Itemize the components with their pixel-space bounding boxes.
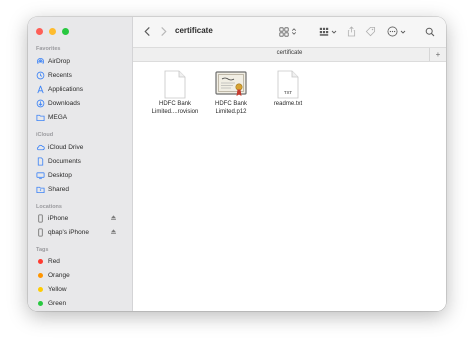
tag-dot-icon — [36, 257, 45, 266]
phone-icon — [36, 213, 45, 223]
chevron-right-icon — [161, 27, 167, 36]
clock-icon — [36, 71, 45, 80]
grid-view-icon — [279, 26, 289, 37]
forward-button[interactable] — [159, 25, 168, 38]
file-name: HDFC Bank Limited.p12 — [215, 101, 247, 116]
chevron-down-icon — [331, 30, 337, 34]
sidebar-item-tag-yellow[interactable]: Yellow — [36, 283, 126, 295]
tab-certificate[interactable]: certificate — [133, 50, 446, 56]
ellipsis-circle-icon — [387, 26, 398, 37]
text-document-icon: TXT — [277, 70, 299, 99]
file-name: HDFC Bank Limited....rovision — [152, 101, 199, 116]
new-tab-button[interactable]: + — [429, 48, 446, 61]
eject-icon[interactable] — [110, 214, 117, 221]
shared-folder-icon — [36, 185, 45, 194]
group-icon — [319, 27, 329, 36]
airdrop-icon — [36, 57, 45, 66]
sidebar-item-label: Orange — [48, 271, 70, 279]
file-item-hdfc-p12[interactable]: HDFC Bank Limited.p12 — [203, 70, 259, 116]
group-by-button[interactable] — [319, 25, 337, 38]
tags-section-title: Tags — [36, 247, 49, 253]
favorites-section-title: Favorites — [36, 46, 61, 52]
sidebar-item-label: MEGA — [48, 113, 68, 121]
sidebar-item-tag-red[interactable]: Red — [36, 255, 126, 267]
updown-chevron-icon — [291, 28, 297, 35]
blank-document-icon — [164, 70, 186, 99]
close-window-button[interactable] — [36, 28, 43, 35]
toolbar: certificate — [133, 17, 446, 47]
phone-icon — [36, 227, 45, 237]
window-controls — [36, 28, 69, 35]
document-icon — [36, 156, 45, 166]
sidebar-item-label: Applications — [48, 85, 84, 93]
sidebar-item-icloud-drive[interactable]: iCloud Drive — [36, 141, 126, 153]
sidebar-item-label: iPhone — [48, 214, 69, 222]
file-item-hdfc-provision[interactable]: HDFC Bank Limited....rovision — [147, 70, 203, 116]
sidebar-item-label: Downloads — [48, 99, 81, 107]
sidebar-item-label: Red — [48, 257, 60, 265]
icloud-section-title: iCloud — [36, 132, 54, 138]
sidebar-item-qbaps-iphone[interactable]: qbap's iPhone — [36, 226, 126, 238]
tag-dot-icon — [36, 271, 45, 280]
sidebar-item-downloads[interactable]: Downloads — [36, 97, 126, 109]
window-title: certificate — [175, 26, 213, 35]
file-name: readme.txt — [274, 101, 302, 109]
sidebar-item-label: Desktop — [48, 171, 72, 179]
share-button[interactable] — [347, 25, 356, 38]
folder-icon — [36, 113, 45, 122]
sidebar-item-label: Yellow — [48, 285, 67, 293]
txt-badge-label: TXT — [284, 90, 292, 95]
sidebar-item-applications[interactable]: Applications — [36, 83, 126, 95]
sidebar-item-airdrop[interactable]: AirDrop — [36, 55, 126, 67]
sidebar-item-iphone[interactable]: iPhone — [36, 212, 126, 224]
file-name-line: readme.txt — [273, 101, 303, 107]
file-name-line: HDFC Bank — [214, 101, 247, 107]
file-name-line: Limited....rovision — [151, 108, 199, 115]
sidebar-item-label: Documents — [48, 157, 81, 165]
sidebar-item-mega[interactable]: MEGA — [36, 111, 126, 123]
tag-dot-icon — [36, 285, 45, 294]
desktop-icon — [36, 171, 45, 180]
sidebar: Favorites AirDrop Recents Applications D… — [28, 17, 133, 311]
sidebar-item-recents[interactable]: Recents — [36, 69, 126, 81]
sidebar-item-label: Green — [48, 299, 67, 307]
certificate-icon — [215, 71, 247, 96]
tab-bar: certificate + — [133, 47, 446, 62]
sidebar-item-tag-orange[interactable]: Orange — [36, 269, 126, 281]
cloud-icon — [36, 143, 45, 152]
file-name-line: HDFC Bank — [158, 101, 191, 107]
sidebar-item-label: iCloud Drive — [48, 143, 84, 151]
sidebar-item-tag-green[interactable]: Green — [36, 297, 126, 309]
sidebar-item-label: qbap's iPhone — [48, 228, 89, 236]
locations-section-title: Locations — [36, 204, 62, 210]
tag-icon — [365, 26, 376, 37]
sidebar-item-shared[interactable]: Shared — [36, 183, 126, 195]
back-button[interactable] — [143, 25, 152, 38]
sidebar-item-label: Recents — [48, 71, 72, 79]
eject-icon[interactable] — [110, 228, 117, 235]
sidebar-item-label: AirDrop — [48, 57, 71, 65]
actions-button[interactable] — [387, 25, 406, 38]
search-button[interactable] — [425, 25, 435, 38]
applications-icon — [36, 85, 45, 94]
finder-window: Favorites AirDrop Recents Applications D… — [28, 17, 446, 311]
tag-dot-icon — [36, 299, 45, 308]
download-icon — [36, 99, 45, 108]
chevron-down-icon — [400, 30, 406, 34]
sidebar-item-desktop[interactable]: Desktop — [36, 169, 126, 181]
file-name-line: Limited.p12 — [215, 108, 247, 115]
sidebar-item-documents[interactable]: Documents — [36, 155, 126, 167]
search-icon — [425, 27, 435, 36]
file-item-readme[interactable]: TXT readme.txt — [260, 70, 316, 109]
chevron-left-icon — [144, 27, 150, 36]
share-icon — [347, 26, 356, 37]
view-mode-button[interactable] — [279, 25, 297, 38]
tag-button[interactable] — [365, 25, 376, 38]
minimize-window-button[interactable] — [49, 28, 56, 35]
file-grid: HDFC Bank Limited....rovision HDFC Bank … — [133, 62, 446, 311]
sidebar-item-label: Shared — [48, 185, 69, 193]
zoom-window-button[interactable] — [62, 28, 69, 35]
